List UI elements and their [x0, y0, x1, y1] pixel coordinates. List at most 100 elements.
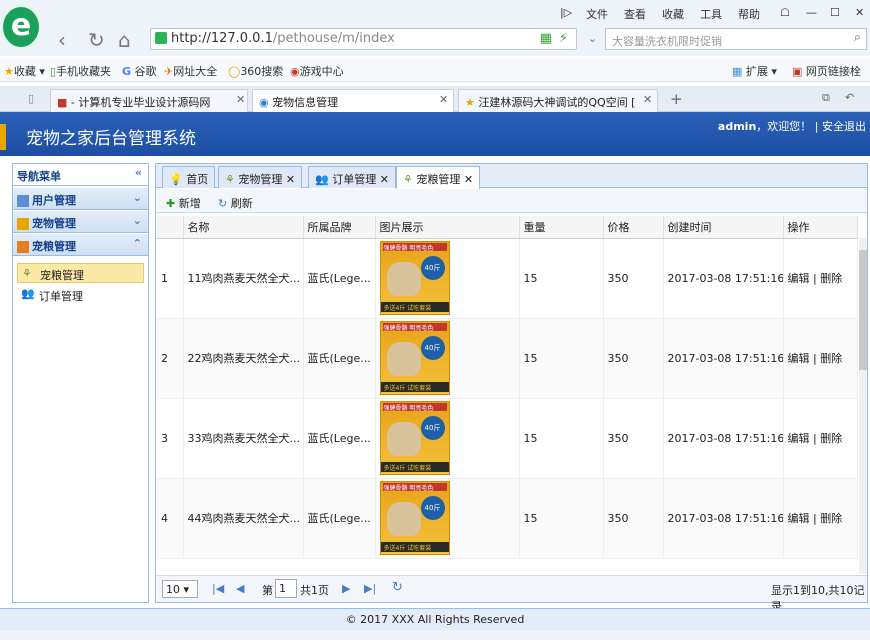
- browser-tab-2[interactable]: ◉ 宠物信息管理: [252, 89, 454, 112]
- fav-mobile[interactable]: ▯手机收藏夹: [50, 63, 111, 79]
- new-tab-icon[interactable]: +: [670, 90, 683, 108]
- skin-icon[interactable]: ☖: [780, 6, 790, 19]
- col-created[interactable]: 创建时间: [663, 216, 784, 239]
- cell-brand: 蓝氏(Lege...: [303, 398, 376, 479]
- delete-link[interactable]: 删除: [820, 272, 842, 285]
- row-number: 3: [157, 398, 184, 479]
- col-brand[interactable]: 所属品牌: [303, 216, 376, 239]
- fav-extensions[interactable]: ▦ 扩展 ▾: [732, 63, 777, 79]
- close-tab-icon[interactable]: ✕: [439, 93, 448, 106]
- sidebar-item-orders[interactable]: 👥 订单管理: [17, 285, 144, 305]
- menu-help[interactable]: 帮助: [738, 6, 760, 22]
- col-actions[interactable]: 操作: [783, 216, 858, 239]
- app-footer: © 2017 XXX All Rights Reserved: [0, 608, 870, 630]
- fav-360[interactable]: ◯360搜索: [228, 63, 283, 79]
- menu-favorites[interactable]: 收藏: [662, 6, 684, 22]
- close-tab-icon[interactable]: ✕: [236, 93, 245, 106]
- reload-icon[interactable]: ↻: [88, 28, 105, 52]
- col-name[interactable]: 名称: [183, 216, 304, 239]
- table-row[interactable]: 4 44鸡肉燕麦天然全犬... 蓝氏(Lege... 强健骨骼 明亮毛色 40斤…: [157, 478, 858, 559]
- reload-page-icon[interactable]: ↻: [392, 580, 403, 595]
- cell-actions: 编辑 | 删除: [783, 318, 858, 399]
- close-tab-icon[interactable]: ✕: [643, 93, 652, 106]
- sidebar-item-food[interactable]: ⚘ 宠粮管理: [17, 263, 144, 283]
- delete-link[interactable]: 删除: [820, 512, 842, 525]
- lightning-icon[interactable]: ⚡: [559, 31, 568, 46]
- menu-view[interactable]: 查看: [624, 6, 646, 22]
- page-total: 共1页: [300, 584, 329, 597]
- search-icon[interactable]: ⌕: [854, 30, 861, 45]
- image-badge-text: 40斤: [420, 416, 445, 440]
- tab-home[interactable]: 💡 首页: [162, 166, 216, 188]
- page-size-select[interactable]: 10 ▾: [162, 580, 198, 598]
- address-dropdown-icon[interactable]: ⌄: [588, 32, 597, 45]
- close-tab-icon[interactable]: ✕: [380, 173, 389, 186]
- cell-brand: 蓝氏(Lege...: [303, 478, 376, 559]
- logout-link[interactable]: 安全退出: [822, 120, 866, 133]
- fav-google[interactable]: G 谷歌: [122, 63, 157, 79]
- col-price[interactable]: 价格: [603, 216, 664, 239]
- add-button[interactable]: ✚ 新增: [166, 195, 201, 211]
- fav-link-tool[interactable]: ▣ 网页链接栓: [792, 63, 861, 79]
- minimize-icon[interactable]: —: [806, 6, 817, 19]
- fav-collect[interactable]: ★收藏 ▾: [4, 63, 45, 79]
- pets-icon: [17, 218, 29, 230]
- image-badge-text: 40斤: [420, 336, 445, 360]
- home-icon[interactable]: ⌂: [118, 28, 131, 52]
- menu-file[interactable]: 文件: [586, 6, 608, 22]
- close-tab-icon[interactable]: ✕: [464, 173, 473, 186]
- search-input[interactable]: 大容量洗衣机限时促销 ⌕: [605, 28, 867, 50]
- user-area: admin，欢迎您！ | 安全退出: [717, 120, 866, 133]
- people-icon: 👥: [21, 287, 35, 300]
- sidebar-group-food[interactable]: 宠粮管理 ⌃: [13, 234, 148, 256]
- maximize-icon[interactable]: ☐: [830, 6, 840, 19]
- qr-icon[interactable]: ▦: [540, 31, 552, 46]
- cell-created: 2017-03-08 17:51:16: [663, 478, 784, 559]
- first-page-icon[interactable]: |◀: [212, 582, 224, 595]
- prev-page-icon[interactable]: ◀: [236, 582, 244, 595]
- delete-link[interactable]: 删除: [820, 432, 842, 445]
- last-page-icon[interactable]: ▶|: [364, 582, 376, 595]
- edit-link[interactable]: 编辑: [788, 352, 810, 365]
- cell-image: 强健骨骼 明亮毛色 40斤 多送4斤 试吃套装: [375, 398, 520, 479]
- undo-icon[interactable]: ↶: [845, 91, 854, 104]
- chevron-down-icon: ⌄: [132, 191, 142, 204]
- close-window-icon[interactable]: ✕: [855, 6, 864, 19]
- table-row[interactable]: 3 33鸡肉燕麦天然全犬... 蓝氏(Lege... 强健骨骼 明亮毛色 40斤…: [157, 398, 858, 479]
- col-image[interactable]: 图片展示: [375, 216, 520, 239]
- browser-tab-3[interactable]: ★ 汪建林源码大神调试的QQ空间 [: [458, 89, 658, 112]
- tab-pets[interactable]: ⚘ 宠物管理 ✕: [218, 166, 303, 188]
- close-tab-icon[interactable]: ✕: [286, 173, 295, 186]
- restore-icon[interactable]: ⧉: [822, 91, 830, 105]
- cell-created: 2017-03-08 17:51:16: [663, 318, 784, 399]
- fav-sites[interactable]: ✈网址大全: [164, 63, 217, 79]
- refresh-button[interactable]: ↻ 刷新: [218, 195, 253, 211]
- browser-tab-1[interactable]: ■ - 计算机专业毕业设计源码网: [50, 89, 248, 112]
- cell-brand: 蓝氏(Lege...: [303, 238, 376, 319]
- table-row[interactable]: 2 22鸡肉燕麦天然全犬... 蓝氏(Lege... 强健骨骼 明亮毛色 40斤…: [157, 318, 858, 399]
- table-row[interactable]: 1 11鸡肉燕麦天然全犬... 蓝氏(Lege... 强健骨骼 明亮毛色 40斤…: [157, 238, 858, 319]
- sidebar-group-users[interactable]: 用户管理 ⌄: [13, 188, 148, 210]
- edit-link[interactable]: 编辑: [788, 272, 810, 285]
- refresh-icon: ↻: [218, 197, 228, 210]
- scrollbar-thumb[interactable]: [859, 250, 867, 370]
- cell-price: 350: [603, 478, 664, 559]
- sidebar-group-pets[interactable]: 宠物管理 ⌄: [13, 211, 148, 233]
- cell-image: 强健骨骼 明亮毛色 40斤 多送4斤 试吃套装: [375, 238, 520, 319]
- edit-link[interactable]: 编辑: [788, 432, 810, 445]
- back-icon[interactable]: ‹: [58, 28, 66, 52]
- tab-list-icon[interactable]: ▯: [28, 92, 34, 105]
- tab-orders[interactable]: 👥 订单管理 ✕: [308, 166, 396, 188]
- address-bar[interactable]: http://127.0.0.1/pethouse/m/index ▦ ⚡: [150, 28, 577, 50]
- cell-weight: 15: [519, 318, 604, 399]
- delete-link[interactable]: 删除: [820, 352, 842, 365]
- collapse-icon[interactable]: «: [135, 166, 142, 179]
- edit-link[interactable]: 编辑: [788, 512, 810, 525]
- fav-games[interactable]: ◉游戏中心: [290, 63, 344, 79]
- next-page-icon[interactable]: ▶: [342, 582, 350, 595]
- menu-tools[interactable]: 工具: [700, 6, 722, 22]
- page-number-input[interactable]: 1: [275, 579, 297, 598]
- cell-created: 2017-03-08 17:51:16: [663, 238, 784, 319]
- col-weight[interactable]: 重量: [519, 216, 604, 239]
- tab-food[interactable]: ⚘ 宠粮管理 ✕: [396, 166, 481, 189]
